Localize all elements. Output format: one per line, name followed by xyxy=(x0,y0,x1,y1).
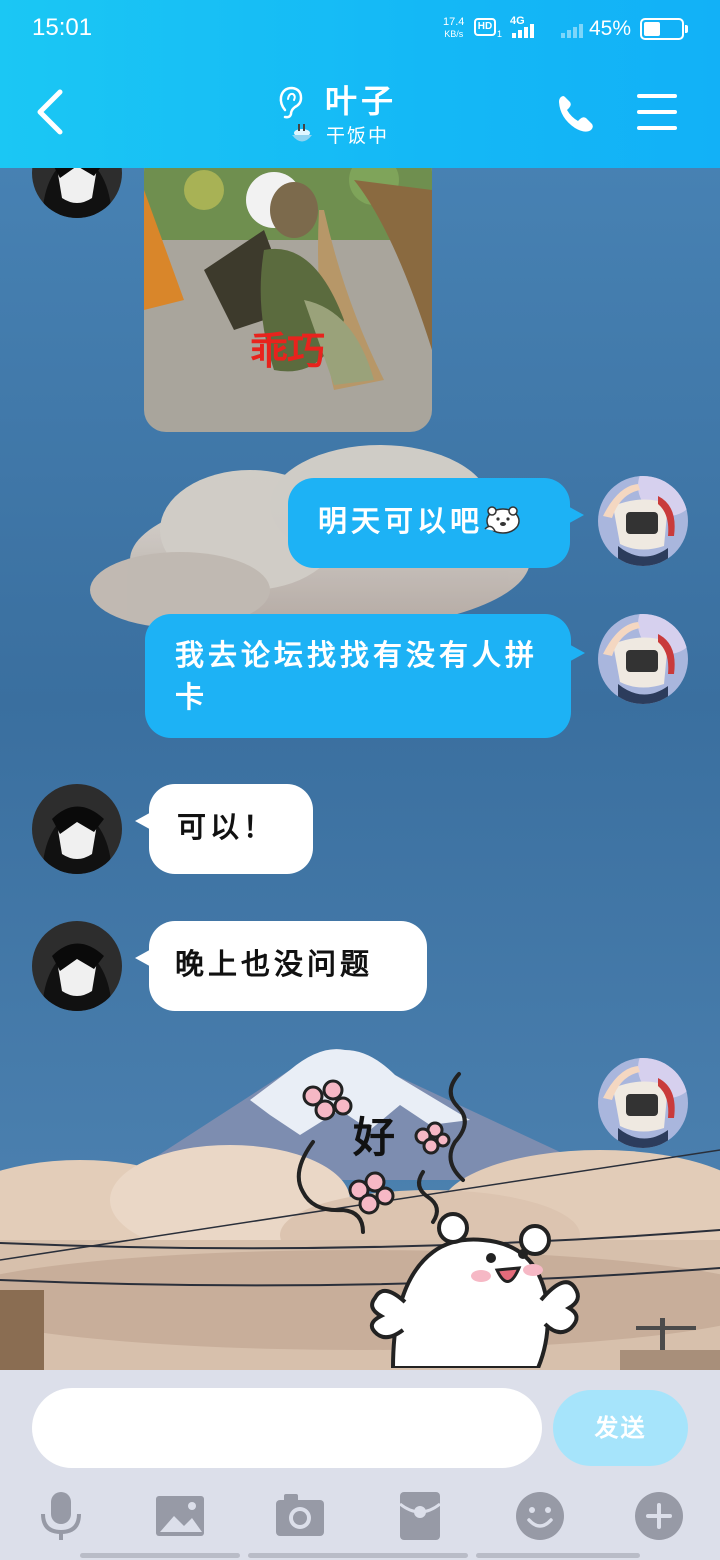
microphone-icon[interactable] xyxy=(35,1490,87,1542)
message-bubble-out[interactable]: 明天可以吧 xyxy=(288,478,584,568)
message-bubble-in[interactable]: 可以！ xyxy=(135,784,313,874)
message-bubble-out[interactable]: 我去论坛找找有没有人拼卡 xyxy=(145,614,585,738)
image-caption: 乖巧 xyxy=(250,329,325,373)
polar-bear-emoji xyxy=(484,506,520,534)
scroll-indicator xyxy=(476,1553,640,1558)
network-speed-value: 17.4 xyxy=(443,16,465,28)
plus-icon[interactable] xyxy=(633,1490,685,1542)
rice-bowl-icon xyxy=(292,124,312,142)
battery-level xyxy=(644,22,660,36)
message-text: 可以！ xyxy=(177,810,277,844)
my-avatar[interactable] xyxy=(598,614,688,704)
send-button[interactable]: 发送 xyxy=(553,1390,688,1466)
message-text: 明天可以吧 xyxy=(318,504,484,538)
my-avatar[interactable] xyxy=(598,1058,688,1148)
contact-avatar[interactable] xyxy=(32,921,122,1011)
sticker-text: 好 xyxy=(353,1113,396,1162)
image-icon[interactable] xyxy=(154,1490,206,1542)
signal-icon xyxy=(512,24,534,38)
battery-percent: 45% xyxy=(589,17,632,40)
image-message[interactable]: 乖巧 xyxy=(144,150,432,432)
message-bubble-in[interactable]: 晚上也没问题 xyxy=(135,921,427,1011)
battery-icon xyxy=(640,18,688,40)
hd-badge: HD xyxy=(474,18,496,36)
phone-icon[interactable] xyxy=(555,92,597,134)
sticker-message[interactable]: 好 xyxy=(283,1062,583,1368)
bear-sticker xyxy=(296,1072,580,1368)
message-input[interactable] xyxy=(32,1388,542,1468)
hd-badge-sub: 1 xyxy=(497,29,503,39)
contact-status: 干饭中 xyxy=(326,125,390,147)
scroll-indicator xyxy=(248,1553,468,1558)
message-text: 我去论坛找找有没有人拼卡 xyxy=(175,638,539,714)
scroll-indicator xyxy=(80,1553,240,1558)
contact-avatar[interactable] xyxy=(32,784,122,874)
network-speed-unit: KB/s xyxy=(444,29,464,39)
my-avatar[interactable] xyxy=(598,476,688,566)
app-header: 15:01 17.4 KB/s HD 1 4G 45% 叶子 干饭中 xyxy=(0,0,720,168)
status-time: 15:01 xyxy=(32,14,93,41)
input-bar: 发送 xyxy=(0,1370,720,1560)
ear-icon xyxy=(279,86,303,119)
red-packet-icon[interactable] xyxy=(394,1490,446,1542)
hamburger-menu-icon[interactable] xyxy=(636,92,678,132)
contact-name[interactable]: 叶子 xyxy=(325,76,397,122)
emoji-icon[interactable] xyxy=(514,1490,566,1542)
signal-secondary-icon xyxy=(561,24,583,38)
status-bar: 15:01 17.4 KB/s HD 1 4G 45% xyxy=(0,0,720,58)
camera-icon[interactable] xyxy=(274,1490,326,1542)
chevron-left-icon[interactable] xyxy=(30,88,70,136)
message-text: 晚上也没问题 xyxy=(175,947,374,981)
network-speed: 17.4 KB/s xyxy=(443,16,464,40)
